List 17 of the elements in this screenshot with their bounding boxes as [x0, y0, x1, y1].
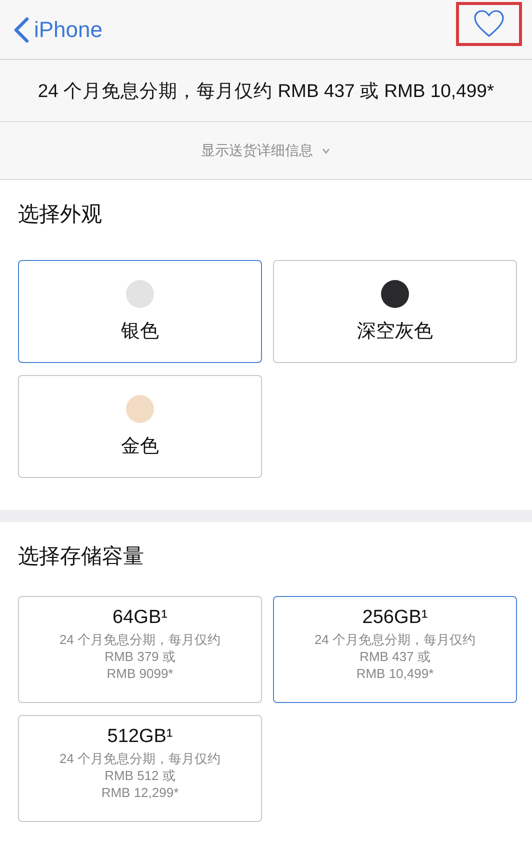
finish-option[interactable]: 深空灰色: [273, 260, 517, 363]
storage-option[interactable]: 512GB¹ 24 个月免息分期，每月仅约 RMB 512 或 RMB 12,299*: [18, 715, 262, 822]
storage-option[interactable]: 64GB¹ 24 个月免息分期，每月仅约 RMB 379 或 RMB 9099*: [18, 596, 262, 703]
color-swatch-icon: [126, 394, 154, 422]
color-swatch-icon: [381, 280, 409, 308]
storage-option[interactable]: 256GB¹ 24 个月免息分期，每月仅约 RMB 437 或 RMB 10,499*: [273, 596, 517, 703]
finish-option[interactable]: 金色: [18, 375, 262, 478]
chevron-icon: [321, 146, 331, 154]
back-button[interactable]: iPhone: [12, 16, 103, 44]
heart-icon: [472, 8, 506, 38]
back-chevron-icon: [12, 16, 30, 44]
section-heading: 选择存储容量: [18, 544, 145, 570]
color-swatch-icon: [126, 280, 154, 308]
favorite-button[interactable]: [456, 2, 522, 46]
installment-text: 24 个月免息分期，每月仅约 RMB 437 或 RMB 10,499*: [38, 79, 494, 103]
finish-option[interactable]: 银色: [18, 260, 262, 363]
section-heading: 选择外观: [18, 202, 103, 228]
